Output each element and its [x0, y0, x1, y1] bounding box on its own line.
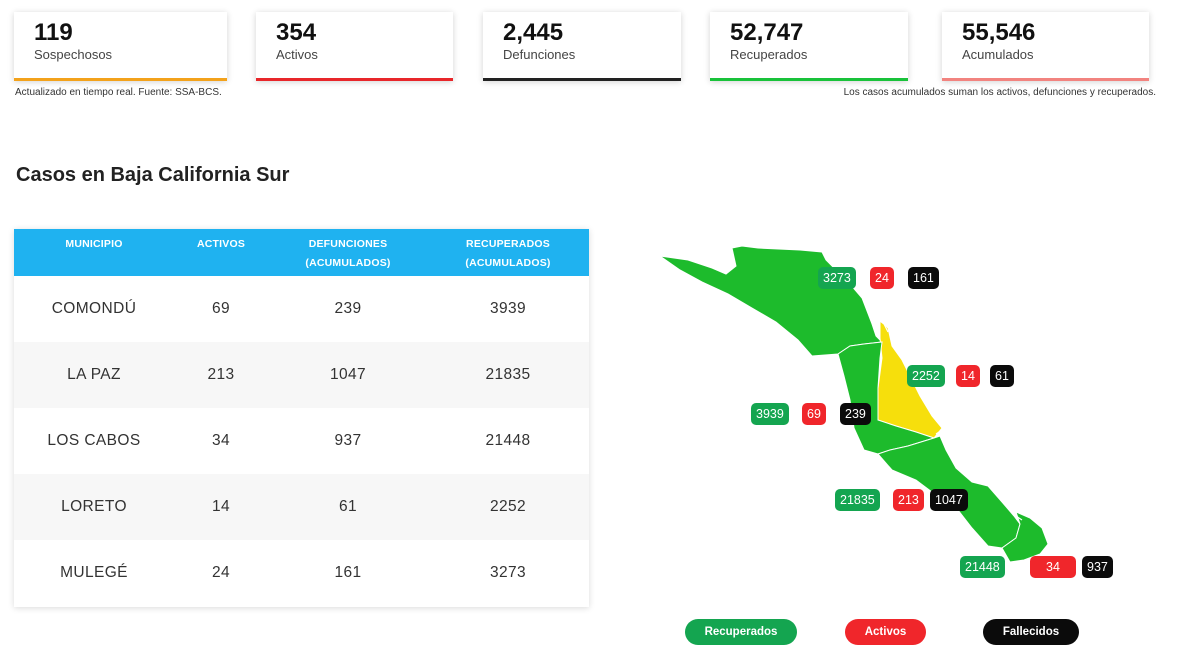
badge-active-la-paz: 213 [893, 489, 924, 511]
badge-recovered-mulege: 3273 [818, 267, 856, 289]
stat-card-recuperados: 52,747 Recuperados [710, 12, 908, 81]
cell-activos: 24 [211, 564, 231, 581]
stat-value: 2,445 [503, 19, 564, 46]
legend-fallecidos: Fallecidos [983, 619, 1079, 645]
cell-activos: 69 [211, 300, 231, 317]
cell-recuperados: 21835 [485, 366, 531, 383]
badge-deaths-mulege: 161 [908, 267, 939, 289]
table-row: MULEGÉ 24 161 3273 [14, 540, 589, 606]
stat-label: Recuperados [730, 47, 808, 62]
section-title: Casos en Baja California Sur [16, 164, 290, 186]
cell-municipio: LA PAZ [67, 366, 121, 383]
badge-recovered-comondu: 3939 [751, 403, 789, 425]
badge-active-los-cabos: 34 [1030, 556, 1076, 578]
stat-label: Sospechosos [34, 47, 113, 62]
badge-active-loreto: 14 [956, 365, 980, 387]
map-region-mulege [659, 245, 884, 357]
badge-active-mulege: 24 [870, 267, 894, 289]
cell-municipio: LORETO [61, 498, 127, 515]
table-row: LOS CABOS 34 937 21448 [14, 408, 589, 474]
badge-active-comondu: 69 [802, 403, 826, 425]
legend-recuperados: Recuperados [685, 619, 797, 645]
cell-recuperados: 2252 [489, 498, 527, 515]
cell-municipio: LOS CABOS [47, 432, 141, 449]
stat-underline [483, 78, 681, 81]
cell-municipio: COMONDÚ [51, 300, 137, 317]
header-recuperados: RECUPERADOS (ACUMULADOS) [465, 238, 551, 269]
cumulative-note: Los casos acumulados suman los activos, … [843, 87, 1156, 98]
badge-recovered-loreto: 2252 [907, 365, 945, 387]
stat-value: 119 [34, 19, 73, 46]
cell-municipio: MULEGÉ [60, 564, 128, 581]
municipios-table: MUNICIPIO ACTIVOS DEFUNCIONES (ACUMULADO… [14, 229, 589, 607]
stat-underline [14, 78, 227, 81]
cell-recuperados: 3939 [489, 300, 527, 317]
stat-value: 354 [276, 19, 317, 46]
badge-deaths-comondu: 239 [840, 403, 871, 425]
stat-underline [710, 78, 908, 81]
header-defunciones: DEFUNCIONES (ACUMULADOS) [305, 238, 391, 269]
cell-defunciones: 161 [334, 564, 362, 581]
stat-label: Defunciones [503, 47, 576, 62]
cell-defunciones: 239 [334, 300, 362, 317]
header-activos: ACTIVOS [196, 238, 246, 250]
stat-value: 52,747 [730, 19, 804, 46]
badge-recovered-los-cabos: 21448 [960, 556, 1005, 578]
cell-activos: 34 [211, 432, 231, 449]
stat-underline [256, 78, 453, 81]
cell-recuperados: 21448 [485, 432, 531, 449]
cell-recuperados: 3273 [489, 564, 527, 581]
cell-defunciones: 61 [338, 498, 358, 515]
cell-activos: 213 [207, 366, 235, 383]
badge-deaths-la-paz: 1047 [930, 489, 968, 511]
stat-card-sospechosos: 119 Sospechosos [14, 12, 227, 81]
table-header: MUNICIPIO ACTIVOS DEFUNCIONES (ACUMULADO… [14, 229, 589, 276]
table-row: COMONDÚ 69 239 3939 [14, 276, 589, 342]
cell-defunciones: 1047 [329, 366, 367, 383]
cell-defunciones: 937 [334, 432, 362, 449]
stat-card-defunciones: 2,445 Defunciones [483, 12, 681, 81]
stat-card-activos: 354 Activos [256, 12, 453, 81]
table-row: LORETO 14 61 2252 [14, 474, 589, 540]
stat-value: 55,546 [962, 19, 1036, 46]
update-note: Actualizado en tiempo real. Fuente: SSA-… [15, 87, 222, 98]
stat-label: Acumulados [962, 47, 1034, 62]
stat-underline [942, 78, 1149, 81]
header-municipio: MUNICIPIO [65, 238, 123, 250]
stat-card-acumulados: 55,546 Acumulados [942, 12, 1149, 81]
table-row: LA PAZ 213 1047 21835 [14, 342, 589, 408]
badge-deaths-loreto: 61 [990, 365, 1014, 387]
badge-deaths-los-cabos: 937 [1082, 556, 1113, 578]
badge-recovered-la-paz: 21835 [835, 489, 880, 511]
cell-activos: 14 [211, 498, 231, 515]
legend-activos: Activos [845, 619, 926, 645]
stat-label: Activos [276, 47, 318, 62]
